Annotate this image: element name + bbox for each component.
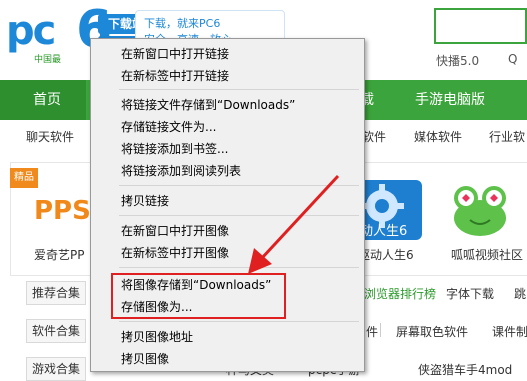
menu-divider — [119, 89, 359, 90]
app-label[interactable]: 呱呱视频社区 — [451, 246, 523, 263]
menu-open-image-new-window[interactable]: 在新窗口中打开图像 — [121, 222, 229, 239]
menu-open-image-new-tab[interactable]: 在新标签中打开图像 — [121, 244, 229, 261]
featured-badge: 精品 — [10, 168, 38, 188]
font-download-link[interactable]: 字体下载 — [446, 285, 494, 302]
context-menu: 在新窗口中打开链接 在新标签中打开链接 将链接文件存储到“Downloads” … — [90, 38, 365, 372]
category-link[interactable]: 聊天软件 — [26, 128, 74, 145]
hot-link[interactable]: Q — [508, 52, 517, 66]
hot-link[interactable]: 快播5.0 — [436, 52, 479, 69]
menu-divider — [119, 215, 359, 216]
menu-divider — [119, 267, 359, 268]
driver-app-icon[interactable]: 动人生6 — [358, 180, 422, 240]
guagua-frog-icon[interactable] — [448, 180, 512, 240]
app-label[interactable]: 爱奇艺PP — [34, 246, 84, 263]
category-link[interactable]: 行业软 — [489, 128, 525, 145]
search-input[interactable] — [434, 8, 527, 44]
logo-subtitle: 中国最 — [34, 55, 62, 65]
menu-copy-image[interactable]: 拷贝图像 — [121, 350, 169, 367]
menu-add-link-to-bookmarks[interactable]: 将链接添加到书签... — [121, 140, 228, 157]
nav-item-mobile-games[interactable]: 手游电脑版 — [415, 80, 485, 120]
menu-save-link-as[interactable]: 存储链接文件为... — [121, 118, 216, 135]
menu-copy-image-address[interactable]: 拷贝图像地址 — [121, 328, 193, 345]
menu-divider — [119, 185, 359, 186]
row-tag-recommend[interactable]: 推荐合集 — [26, 281, 87, 305]
menu-add-link-to-reading-list[interactable]: 将链接添加到阅读列表 — [121, 162, 241, 179]
row-link[interactable]: 跳 — [514, 285, 526, 302]
menu-divider — [119, 321, 359, 322]
row-tag-games[interactable]: 游戏合集 — [26, 357, 87, 381]
slogan-line-1: 下载，就来PC6 — [144, 17, 221, 30]
color-picker-link[interactable]: 屏幕取色软件 — [396, 323, 468, 340]
row-link[interactable]: 件 — [366, 323, 378, 340]
logo-pc-text: pc — [6, 8, 56, 54]
nav-item-label: 手游电脑版 — [415, 92, 485, 108]
browser-ranking-link[interactable]: 浏览器排行榜 — [364, 285, 436, 302]
app-tile-text: 动人生6 — [360, 224, 408, 239]
nav-item-label: 首页 — [33, 92, 61, 108]
menu-save-link-to-downloads[interactable]: 将链接文件存储到“Downloads” — [121, 96, 295, 113]
gta4-mod-link[interactable]: 侠盗猎车手4mod — [418, 361, 512, 378]
menu-open-link-new-tab[interactable]: 在新标签中打开链接 — [121, 67, 229, 84]
row-separator — [380, 323, 381, 337]
menu-copy-link[interactable]: 拷贝链接 — [121, 192, 169, 209]
pps-logo[interactable]: PPS — [34, 196, 91, 226]
courseware-link[interactable]: 课件制 — [492, 323, 527, 340]
category-link[interactable]: 软件 — [362, 128, 386, 145]
highlight-box — [111, 273, 286, 319]
frog-icon — [454, 186, 506, 236]
app-label[interactable]: 驱动人生6 — [358, 246, 414, 263]
menu-open-link-new-window[interactable]: 在新窗口中打开链接 — [121, 45, 229, 62]
nav-item-home[interactable]: 首页 — [0, 80, 86, 120]
row-tag-software[interactable]: 软件合集 — [26, 319, 87, 343]
category-link[interactable]: 媒体软件 — [414, 128, 462, 145]
